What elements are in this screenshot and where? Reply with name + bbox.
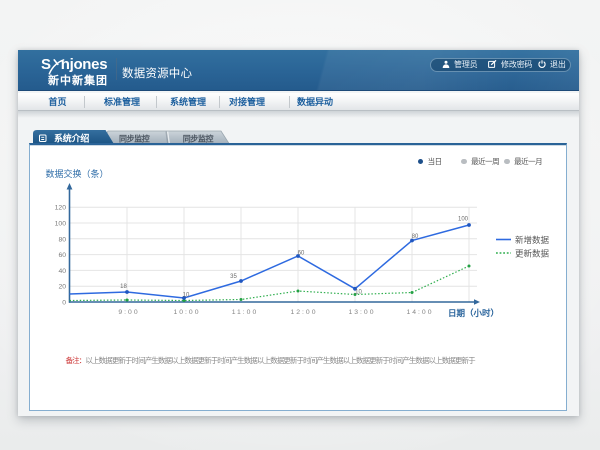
svg-text:35: 35 [230, 274, 237, 280]
svg-text:14:00: 14:00 [406, 309, 433, 316]
svg-text:同步监控: 同步监控 [183, 133, 214, 143]
svg-text:更新数据: 更新数据 [515, 248, 550, 258]
svg-text:12:00: 12:00 [290, 309, 317, 316]
svg-text:20: 20 [58, 283, 66, 290]
svg-text:120: 120 [54, 204, 66, 211]
svg-text:100: 100 [54, 220, 66, 227]
svg-text:0: 0 [62, 299, 66, 306]
svg-text:80: 80 [411, 234, 418, 240]
svg-text:13:00: 13:00 [348, 309, 375, 316]
svg-text:60: 60 [297, 250, 304, 256]
svg-text:80: 80 [58, 236, 66, 243]
svg-text:18: 18 [120, 284, 127, 290]
svg-text:40: 40 [58, 268, 66, 275]
svg-text:9:00: 9:00 [118, 309, 139, 316]
svg-text:11:00: 11:00 [231, 309, 258, 316]
svg-text:100: 100 [457, 216, 468, 222]
svg-text:10: 10 [182, 292, 189, 298]
svg-text:10:00: 10:00 [173, 309, 200, 316]
svg-text:日期（小时）: 日期（小时） [448, 308, 499, 318]
svg-text:60: 60 [58, 252, 66, 259]
svg-text:同步监控: 同步监控 [119, 133, 150, 143]
svg-text:10: 10 [355, 289, 362, 295]
svg-text:新增数据: 新增数据 [515, 235, 550, 245]
